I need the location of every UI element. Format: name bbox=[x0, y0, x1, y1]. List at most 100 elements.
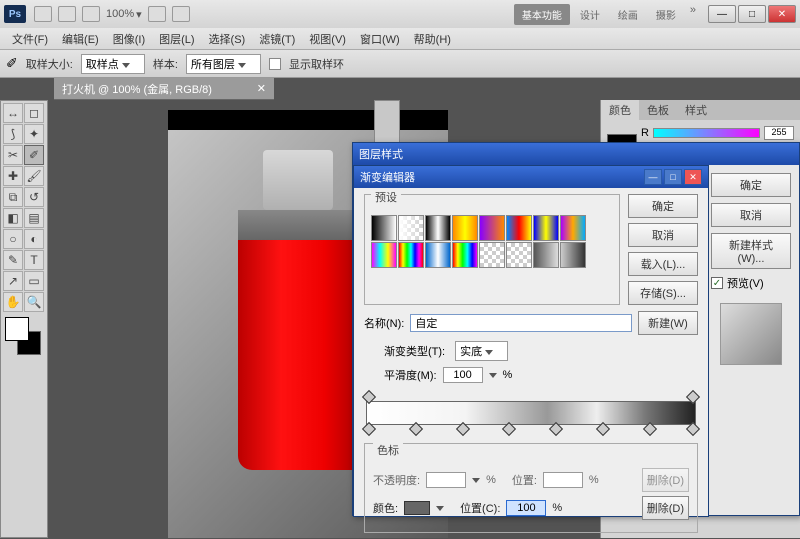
color-position-input[interactable] bbox=[506, 500, 546, 516]
hand-tool[interactable]: ✋ bbox=[3, 292, 23, 312]
path-tool[interactable]: ↗ bbox=[3, 271, 23, 291]
marquee-tool[interactable]: ◻ bbox=[24, 103, 44, 123]
heal-tool[interactable]: ✚ bbox=[3, 166, 23, 186]
document-tab[interactable]: 打火机 @ 100% (金属, RGB/8) ✕ bbox=[54, 78, 274, 100]
menu-window[interactable]: 窗口(W) bbox=[354, 29, 406, 49]
menu-file[interactable]: 文件(F) bbox=[6, 29, 54, 49]
gradient-type-label: 渐变类型(T): bbox=[384, 343, 445, 359]
maximize-button[interactable]: □ bbox=[738, 5, 766, 23]
gradient-preset[interactable] bbox=[533, 215, 559, 241]
preview-checkbox[interactable]: ✓ bbox=[711, 277, 723, 289]
close-icon[interactable]: ✕ bbox=[257, 82, 266, 95]
title-icon[interactable] bbox=[34, 6, 52, 22]
workspace-tab[interactable]: 摄影 bbox=[648, 4, 684, 25]
foreground-swatch[interactable] bbox=[5, 317, 29, 341]
gradient-tool[interactable]: ▤ bbox=[24, 208, 44, 228]
gradient-preset[interactable] bbox=[398, 242, 424, 268]
stop-color-chip[interactable] bbox=[404, 501, 430, 515]
chevron-down-icon[interactable] bbox=[489, 373, 497, 378]
delete-color-stop-button[interactable]: 删除(D) bbox=[642, 496, 689, 520]
zoom-tool[interactable]: 🔍 bbox=[24, 292, 44, 312]
gradient-preset[interactable] bbox=[479, 215, 505, 241]
close-button[interactable]: ✕ bbox=[768, 5, 796, 23]
r-slider[interactable] bbox=[653, 128, 760, 138]
gradient-type-select[interactable]: 实底 bbox=[455, 341, 508, 361]
smoothness-input[interactable] bbox=[443, 367, 483, 383]
minimize-button[interactable]: ― bbox=[708, 5, 736, 23]
chevron-down-icon[interactable] bbox=[436, 506, 444, 511]
tab-color[interactable]: 颜色 bbox=[601, 100, 639, 120]
brush-tool[interactable]: 🖌 bbox=[24, 166, 44, 186]
gradient-preset[interactable] bbox=[398, 215, 424, 241]
gradient-preset[interactable] bbox=[560, 242, 586, 268]
load-button[interactable]: 载入(L)... bbox=[628, 252, 698, 276]
menu-layer[interactable]: 图层(L) bbox=[153, 29, 200, 49]
blur-tool[interactable]: ○ bbox=[3, 229, 23, 249]
sample-select[interactable]: 所有图层 bbox=[186, 54, 261, 74]
dodge-tool[interactable]: ◐ bbox=[24, 229, 44, 249]
gradient-name-input[interactable] bbox=[410, 314, 632, 332]
title-icon[interactable] bbox=[82, 6, 100, 22]
gradient-preset[interactable] bbox=[506, 242, 532, 268]
type-tool[interactable]: T bbox=[24, 250, 44, 270]
menu-help[interactable]: 帮助(H) bbox=[408, 29, 457, 49]
show-ring-checkbox[interactable] bbox=[269, 58, 281, 70]
new-style-button[interactable]: 新建样式(W)... bbox=[711, 233, 791, 269]
new-gradient-button[interactable]: 新建(W) bbox=[638, 311, 698, 335]
gradient-preset[interactable] bbox=[425, 215, 451, 241]
menu-view[interactable]: 视图(V) bbox=[303, 29, 352, 49]
layer-style-titlebar[interactable]: 图层样式 bbox=[353, 143, 799, 165]
cancel-button[interactable]: 取消 bbox=[711, 203, 791, 227]
eraser-tool[interactable]: ◧ bbox=[3, 208, 23, 228]
gradient-preset[interactable] bbox=[506, 215, 532, 241]
chevron-down-icon[interactable]: ▾ bbox=[136, 8, 142, 21]
title-icon[interactable] bbox=[172, 6, 190, 22]
gradient-preset[interactable] bbox=[533, 242, 559, 268]
stamp-tool[interactable]: ⧉ bbox=[3, 187, 23, 207]
workspace-active[interactable]: 基本功能 bbox=[514, 4, 570, 25]
eyedropper-tool[interactable]: ✐ bbox=[24, 145, 44, 165]
pen-tool[interactable]: ✎ bbox=[3, 250, 23, 270]
gradient-preset[interactable] bbox=[479, 242, 505, 268]
lasso-tool[interactable]: ⟆ bbox=[3, 124, 23, 144]
pct-label: % bbox=[503, 369, 513, 381]
ok-button[interactable]: 确定 bbox=[628, 194, 698, 218]
save-button[interactable]: 存储(S)... bbox=[628, 281, 698, 305]
gradient-preset[interactable] bbox=[452, 215, 478, 241]
history-brush-tool[interactable]: ↺ bbox=[24, 187, 44, 207]
cancel-button[interactable]: 取消 bbox=[628, 223, 698, 247]
gradient-preset[interactable] bbox=[371, 242, 397, 268]
gradient-preset[interactable] bbox=[425, 242, 451, 268]
color-swatches[interactable] bbox=[3, 317, 43, 355]
menu-select[interactable]: 选择(S) bbox=[203, 29, 252, 49]
zoom-display[interactable]: 100% bbox=[106, 8, 134, 20]
workspace-tab[interactable]: 设计 bbox=[572, 4, 608, 25]
expand-icon[interactable]: » bbox=[690, 4, 696, 25]
workspace-switcher: 基本功能 设计 绘画 摄影 » bbox=[514, 4, 700, 25]
minimize-button[interactable]: ― bbox=[644, 169, 662, 185]
title-icon[interactable] bbox=[58, 6, 76, 22]
tab-swatches[interactable]: 色板 bbox=[639, 100, 677, 120]
gradient-preset[interactable] bbox=[452, 242, 478, 268]
sample-size-label: 取样大小: bbox=[26, 56, 73, 72]
gradient-editor-titlebar[interactable]: 渐变编辑器 ― □ ✕ bbox=[354, 166, 708, 188]
workspace-tab[interactable]: 绘画 bbox=[610, 4, 646, 25]
move-tool[interactable]: ↔ bbox=[3, 103, 23, 123]
maximize-button[interactable]: □ bbox=[664, 169, 682, 185]
gradient-preset[interactable] bbox=[371, 215, 397, 241]
sample-size-select[interactable]: 取样点 bbox=[81, 54, 145, 74]
gradient-preset[interactable] bbox=[560, 215, 586, 241]
crop-tool[interactable]: ✂ bbox=[3, 145, 23, 165]
preset-grid bbox=[371, 215, 591, 268]
close-button[interactable]: ✕ bbox=[684, 169, 702, 185]
title-icon[interactable] bbox=[148, 6, 166, 22]
menu-edit[interactable]: 编辑(E) bbox=[56, 29, 105, 49]
menu-image[interactable]: 图像(I) bbox=[107, 29, 151, 49]
wand-tool[interactable]: ✦ bbox=[24, 124, 44, 144]
ok-button[interactable]: 确定 bbox=[711, 173, 791, 197]
tab-styles[interactable]: 样式 bbox=[677, 100, 715, 120]
gradient-strip[interactable] bbox=[364, 389, 698, 437]
r-value[interactable]: 255 bbox=[764, 126, 794, 140]
menu-filter[interactable]: 滤镜(T) bbox=[253, 29, 301, 49]
shape-tool[interactable]: ▭ bbox=[24, 271, 44, 291]
